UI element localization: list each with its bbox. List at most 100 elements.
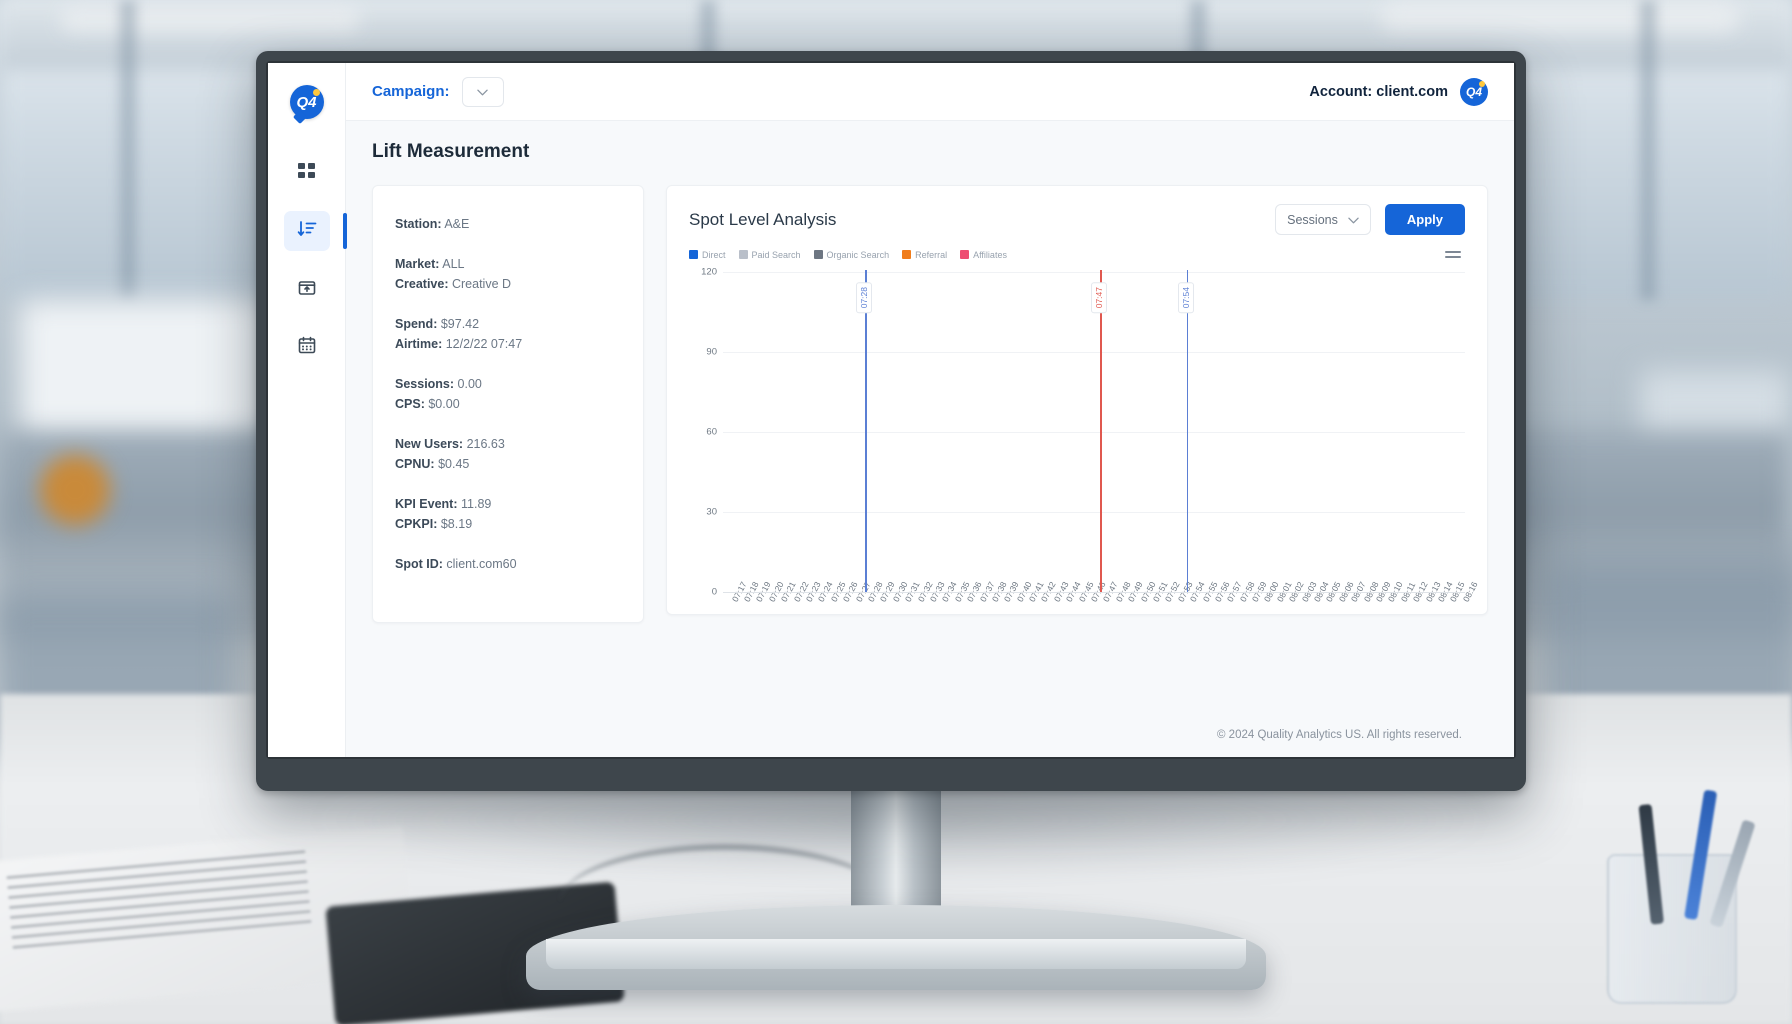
legend-swatch [689, 250, 698, 259]
x-axis-tick: 08:06 [1330, 580, 1356, 646]
app-root: Q4 Campaign: Account: client.com Q4 Lift… [268, 63, 1514, 757]
desk-plant [40, 455, 110, 525]
x-axis-tick: 07:31 [896, 580, 922, 646]
main-area: Campaign: Account: client.com Q4 Lift Me… [346, 63, 1514, 757]
metric-label: CPS: [395, 397, 425, 411]
sidebar-item-dashboard[interactable] [284, 153, 330, 193]
marker-line[interactable]: 07:47 [1091, 270, 1108, 592]
legend-item[interactable]: Paid Search [738, 250, 801, 260]
monitor-stand-neck [851, 788, 941, 918]
grid-line [723, 512, 1465, 513]
ceiling-lamp-2 [1380, 2, 1740, 32]
marker-label: 07:47 [1091, 282, 1108, 314]
x-axis-tick: 07:59 [1243, 580, 1269, 646]
chart-plot-area: 0 30 60 90 120 07:17 07:18 07:19 07:20 07:21 07:2… [689, 267, 1479, 604]
y-axis-tick: 30 [706, 506, 717, 518]
topbar: Campaign: Account: client.com Q4 [346, 63, 1514, 121]
metric-spot-id: Spot ID: client.com60 [395, 554, 643, 574]
x-axis-tick: 08:09 [1367, 580, 1393, 646]
x-axis-tick: 08:13 [1417, 580, 1442, 646]
metric-label: Airtime: [395, 337, 443, 351]
panels: Station: A&E Market: ALL Creative: Creat… [372, 185, 1488, 623]
metric-cpnu: CPNU: $0.45 [395, 454, 643, 474]
x-axis-tick: 07:33 [921, 580, 947, 646]
metric-group: Spot ID: client.com60 [395, 554, 643, 574]
x-axis-tick: 07:39 [996, 580, 1021, 646]
x-axis-tick: 07:18 [735, 580, 761, 646]
spot-level-analysis-card: Spot Level Analysis Sessions Apply Direc… [666, 185, 1488, 615]
metric-group: Market: ALL Creative: Creative D [395, 254, 643, 294]
x-axis-tick: 07:55 [1194, 580, 1219, 646]
x-axis: 07:17 07:18 07:19 07:20 07:21 07:22 07:23 07:24… [723, 580, 1480, 646]
screen: Q4 Campaign: Account: client.com Q4 Lift… [268, 63, 1514, 757]
legend-row: Direct Paid Search Organic Search Referral A… [689, 247, 1465, 262]
avatar[interactable]: Q4 [1460, 77, 1488, 106]
x-axis-tick: 07:32 [909, 580, 934, 646]
metric-value: Creative D [451, 277, 512, 291]
x-axis-tick: 08:08 [1355, 580, 1380, 646]
legend-item[interactable]: Direct [689, 250, 726, 260]
metric-value: 0.00 [457, 377, 482, 391]
chart-actions: Sessions Apply [1275, 204, 1465, 235]
x-axis-tick: 07:48 [1107, 580, 1133, 646]
sidebar-item-uploads[interactable] [284, 269, 330, 309]
apply-button[interactable]: Apply [1384, 204, 1465, 235]
chart-title: Spot Level Analysis [689, 209, 837, 229]
marker-line[interactable]: 07:28 [856, 270, 873, 592]
x-axis-tick: 07:50 [1132, 580, 1157, 646]
x-axis-tick: 07:41 [1020, 580, 1046, 646]
x-axis-tick: 07:27 [847, 580, 872, 646]
brand-logo[interactable]: Q4 [289, 85, 324, 119]
x-axis-tick: 08:10 [1380, 580, 1405, 646]
avatar-text: Q4 [1465, 84, 1482, 99]
x-axis-tick: 07:28 [859, 580, 885, 646]
x-axis-tick: 08:14 [1429, 580, 1455, 646]
legend-label: Direct [702, 249, 726, 260]
metric-value: $97.42 [440, 317, 480, 331]
page-title: Lift Measurement [372, 141, 530, 162]
footer: © 2024 Quality Analytics US. All rights … [1217, 729, 1462, 741]
x-axis-tick: 08:11 [1392, 580, 1418, 646]
legend-item[interactable]: Organic Search [813, 250, 889, 260]
x-axis-tick: 07:56 [1206, 580, 1232, 646]
metric-label: CPNU: [395, 457, 435, 471]
sidebar-item-calendar[interactable] [284, 327, 330, 367]
y-axis-tick: 120 [701, 266, 717, 278]
grid-icon [297, 161, 317, 186]
y-axis-tick: 0 [711, 586, 717, 598]
metric-label: Sessions: [395, 377, 455, 391]
window-mullion-1 [120, 0, 136, 300]
legend-item[interactable]: Referral [902, 250, 947, 260]
legend-item[interactable]: Affiliates [960, 250, 1007, 260]
x-axis-tick: 07:38 [983, 580, 1009, 646]
hamburger-menu-icon[interactable] [1441, 247, 1465, 262]
x-axis-tick: 07:58 [1231, 580, 1257, 646]
grid-line [723, 592, 1465, 593]
window-mullion-4 [1640, 0, 1656, 300]
metric-cps: CPS: $0.00 [395, 394, 643, 414]
brand-logo-text: Q4 [296, 93, 317, 111]
x-axis-tick: 08:01 [1268, 580, 1294, 646]
chevron-down-icon [1348, 213, 1359, 227]
metric-new-users: New Users: 216.63 [395, 434, 643, 454]
x-axis-tick: 07:54 [1181, 580, 1207, 646]
metric-group: Station: A&E [395, 214, 643, 234]
marker-line[interactable]: 07:54 [1177, 270, 1194, 592]
sidebar-item-lift-measurement[interactable] [283, 211, 347, 251]
x-axis-tick: 08:05 [1318, 580, 1343, 646]
metric-value: 12/2/22 07:47 [445, 337, 523, 351]
chart-legend[interactable]: Direct Paid Search Organic Search Referral A… [689, 250, 1007, 260]
x-axis-tick: 07:35 [946, 580, 972, 646]
metric-select[interactable]: Sessions [1275, 204, 1371, 235]
monitor-bezel: Q4 Campaign: Account: client.com Q4 Lift… [266, 61, 1516, 759]
campaign-select[interactable] [461, 76, 504, 107]
x-axis-tick: 07:36 [958, 580, 984, 646]
x-axis-tick: 07:47 [1095, 580, 1120, 646]
metric-spend: Spend: $97.42 [395, 314, 643, 334]
content: Lift Measurement Station: A&E Market: AL… [346, 121, 1514, 757]
metric-value: $8.19 [440, 517, 473, 531]
grid-line [723, 432, 1465, 433]
metric-station: Station: A&E [395, 214, 643, 234]
metric-group: New Users: 216.63 CPNU: $0.45 [395, 434, 643, 474]
account-info[interactable]: Account: client.com Q4 [1309, 77, 1488, 106]
